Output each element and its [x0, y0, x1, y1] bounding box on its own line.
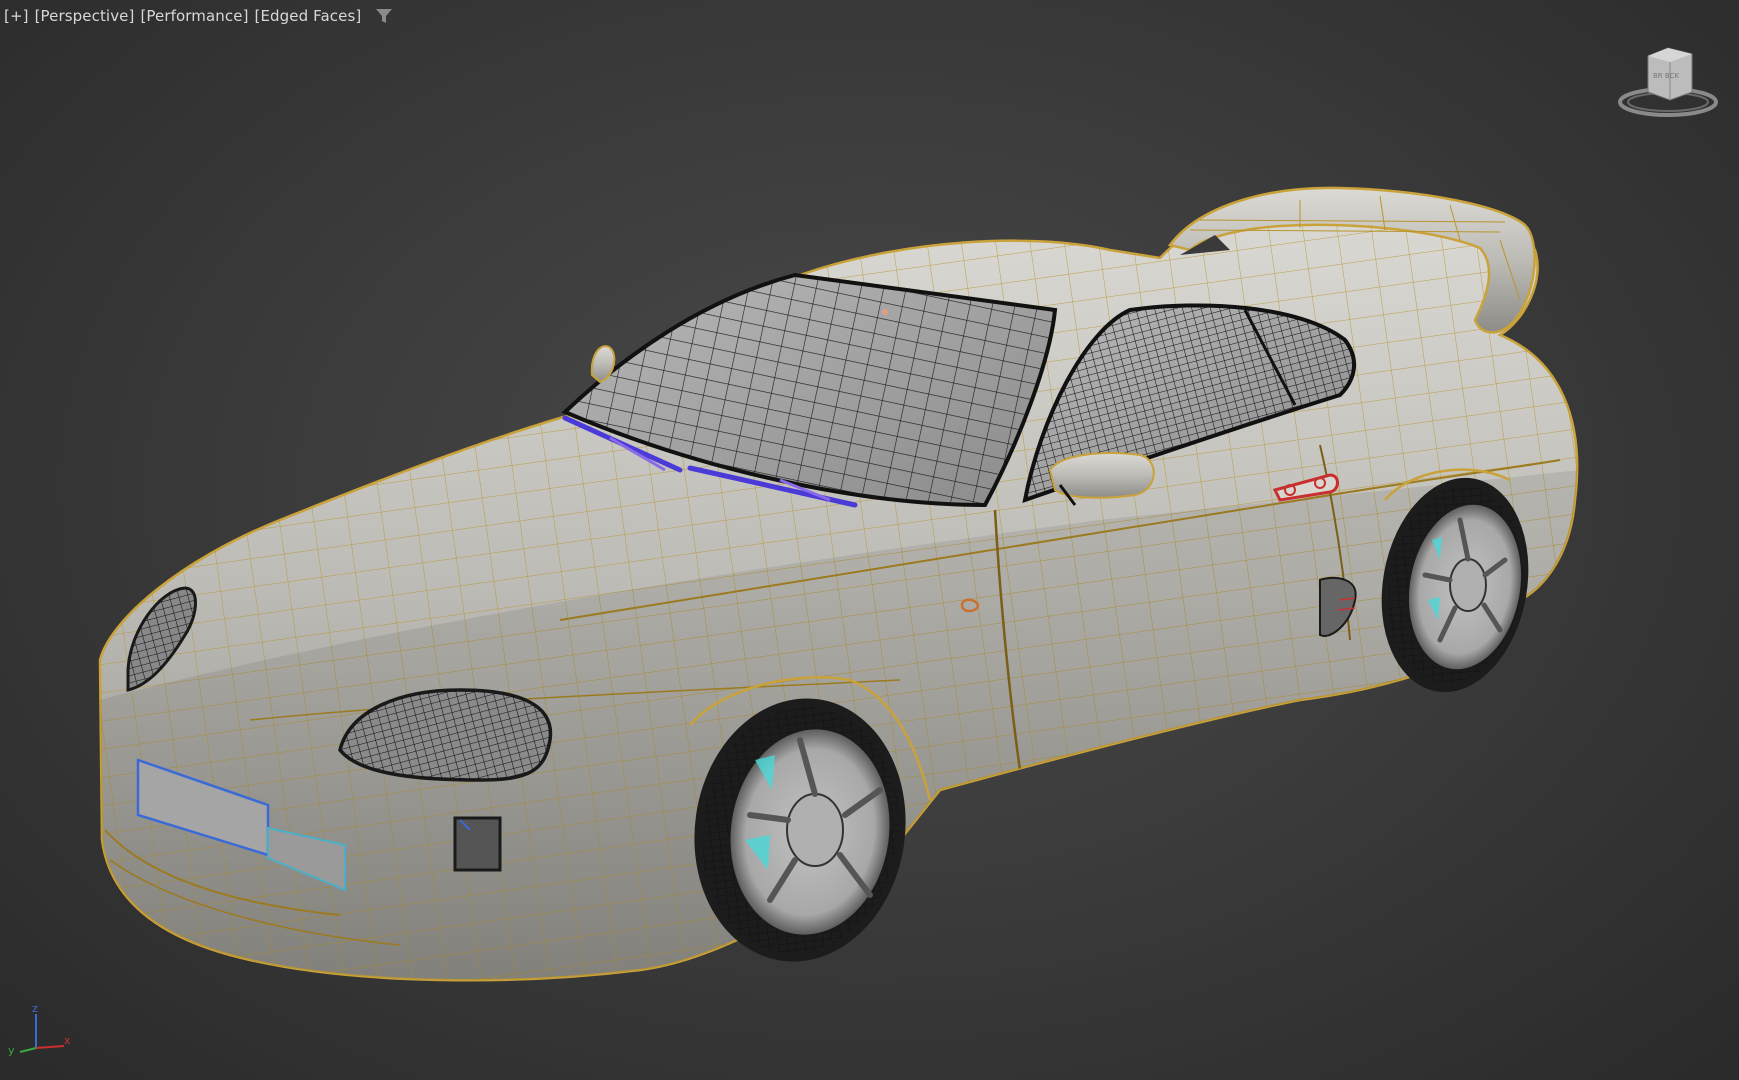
car-model[interactable]	[0, 0, 1739, 1080]
axis-x-label: x	[64, 1034, 71, 1047]
axis-z-label: z	[32, 1002, 38, 1015]
viewcube-text: BR BCK	[1653, 72, 1679, 80]
viewcube-icon[interactable]: BR BCK	[1612, 42, 1722, 122]
viewport-perspective[interactable]: [+] [Perspective] [Performance] [Edged F…	[0, 0, 1739, 1080]
fog-intake	[453, 816, 502, 872]
axis-y-label: y	[8, 1044, 15, 1056]
axis-tripod-icon: z x y	[8, 1002, 71, 1056]
